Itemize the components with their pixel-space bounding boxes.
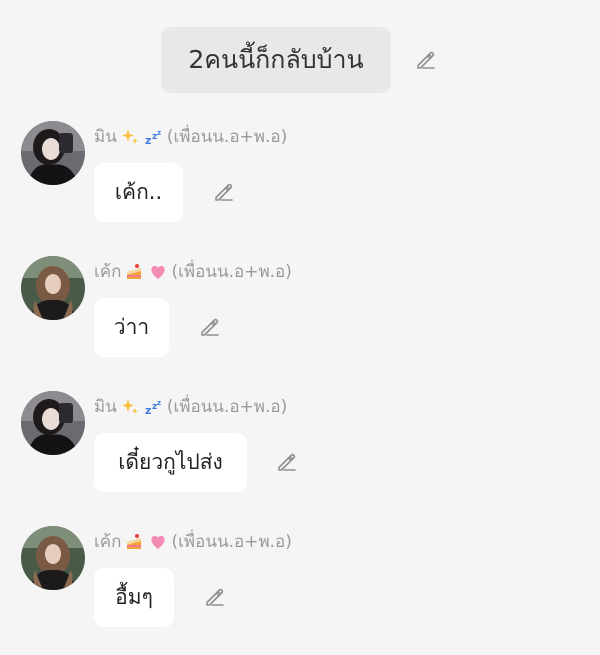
sender-group: (เพื่อนน.อ+พ.อ) <box>171 532 292 552</box>
sender-line: มิน zzz (เพื่อนน.อ+พ.อ) <box>94 393 287 420</box>
pink-heart-icon <box>148 532 168 552</box>
chat-title: 2คนนี้ก็กลับบ้าน <box>161 27 391 93</box>
message-row: มิน zzz (เพื่อนน.อ+พ.อ) เดี๋ยวกูไปส่ง <box>0 391 600 511</box>
cake-icon <box>124 532 144 552</box>
edit-title-pencil-icon[interactable] <box>414 48 438 72</box>
chat-header: 2คนนี้ก็กลับบ้าน <box>0 27 600 93</box>
edit-message-pencil-icon[interactable] <box>203 585 227 609</box>
sender-name: มิน <box>94 127 117 147</box>
svg-text:z: z <box>145 134 151 147</box>
svg-text:z: z <box>157 399 161 407</box>
sparkles-icon <box>120 397 140 417</box>
pink-heart-icon <box>148 262 168 282</box>
zzz-icon: zzz <box>144 397 164 417</box>
sender-name: มิน <box>94 397 117 417</box>
message-bubble[interactable]: อื้มๆ <box>94 568 174 627</box>
avatar[interactable] <box>21 256 85 320</box>
cake-icon <box>124 262 144 282</box>
message-row: เค้ก (เพื่อนน.อ+พ.อ) อื้มๆ <box>0 526 600 646</box>
message-row: มิน zzz (เพื่อนน.อ+พ.อ) เค้ก.. <box>0 121 600 241</box>
zzz-icon: zzz <box>144 127 164 147</box>
message-bubble[interactable]: เค้ก.. <box>94 163 183 222</box>
avatar[interactable] <box>21 391 85 455</box>
sender-group: (เพื่อนน.อ+พ.อ) <box>171 262 292 282</box>
avatar[interactable] <box>21 526 85 590</box>
sender-group: (เพื่อนน.อ+พ.อ) <box>166 397 288 417</box>
sender-name: เค้ก <box>94 262 122 282</box>
avatar[interactable] <box>21 121 85 185</box>
message-bubble[interactable]: เดี๋ยวกูไปส่ง <box>94 433 247 492</box>
edit-message-pencil-icon[interactable] <box>198 315 222 339</box>
sender-line: เค้ก (เพื่อนน.อ+พ.อ) <box>94 528 292 555</box>
message-bubble[interactable]: ว่าา <box>94 298 169 357</box>
sender-line: เค้ก (เพื่อนน.อ+พ.อ) <box>94 258 292 285</box>
sparkles-icon <box>120 127 140 147</box>
sender-line: มิน zzz (เพื่อนน.อ+พ.อ) <box>94 123 287 150</box>
svg-text:z: z <box>157 129 161 137</box>
edit-message-pencil-icon[interactable] <box>275 450 299 474</box>
sender-name: เค้ก <box>94 532 122 552</box>
sender-group: (เพื่อนน.อ+พ.อ) <box>166 127 288 147</box>
edit-message-pencil-icon[interactable] <box>212 180 236 204</box>
svg-text:z: z <box>145 404 151 417</box>
message-row: เค้ก (เพื่อนน.อ+พ.อ) ว่าา <box>0 256 600 376</box>
